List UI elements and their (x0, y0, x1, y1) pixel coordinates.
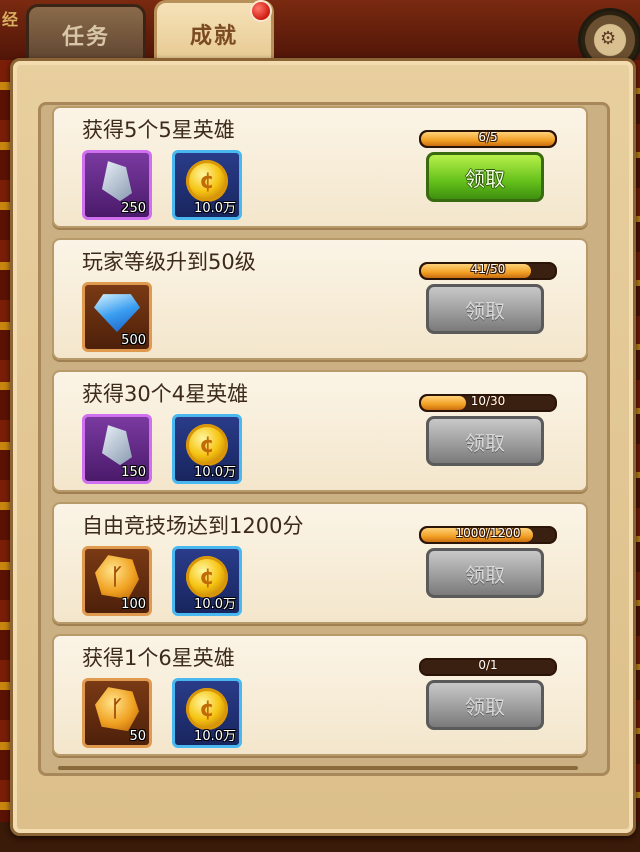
achievement-card: 玩家等级升到50级 500 41/50 领取 (52, 238, 588, 360)
diamond-icon (94, 294, 140, 333)
tab-tasks[interactable]: 任务 (26, 4, 146, 63)
achievement-card: 自由竞技场达到1200分 ᚴ 100 ¢ 10.0万 1000/1200 领取 (52, 502, 588, 624)
reward-item[interactable]: ¢ 10.0万 (172, 414, 242, 484)
achievement-title: 获得1个6星英雄 (82, 646, 235, 670)
reward-item[interactable]: ¢ 10.0万 (172, 150, 242, 220)
coin-icon: ¢ (186, 160, 228, 203)
coin-icon: ¢ (186, 556, 228, 599)
reward-item[interactable]: ¢ 10.0万 (172, 546, 242, 616)
claim-button[interactable]: 领取 (426, 284, 544, 334)
reward-item[interactable]: 150 (82, 414, 152, 484)
progress-text: 0/1 (478, 658, 498, 672)
claim-button[interactable]: 领取 (426, 152, 544, 202)
progress-text: 1000/1200 (455, 526, 521, 540)
reward-quantity: 10.0万 (194, 597, 236, 612)
achievement-title: 自由竞技场达到1200分 (82, 514, 304, 538)
rock-icon: ᚴ (95, 555, 139, 600)
progress-text: 6/5 (478, 130, 498, 144)
reward-item[interactable]: ᚴ 100 (82, 546, 152, 616)
reward-item[interactable]: ¢ 10.0万 (172, 678, 242, 748)
side-glyph: 经 (2, 10, 19, 29)
achievement-title: 获得30个4星英雄 (82, 382, 249, 406)
reward-item[interactable]: 250 (82, 150, 152, 220)
list-divider (58, 766, 578, 770)
reward-quantity: 100 (121, 597, 146, 612)
reward-quantity: 250 (121, 201, 146, 216)
reward-quantity: 10.0万 (194, 465, 236, 480)
achievement-card: 获得30个4星英雄 150 ¢ 10.0万 10/30 领取 (52, 370, 588, 492)
reward-quantity: 50 (129, 729, 146, 744)
stone-icon (102, 425, 132, 466)
stone-icon (102, 161, 132, 202)
rock-icon: ᚴ (95, 687, 139, 732)
notification-dot (250, 0, 272, 22)
reward-quantity: 10.0万 (194, 729, 236, 744)
reward-item[interactable]: 500 (82, 282, 152, 352)
achievement-card: 获得5个5星英雄 250 ¢ 10.0万 6/5 领取 (52, 106, 588, 228)
progress-bar: 1000/1200 (419, 526, 557, 544)
reward-quantity: 150 (121, 465, 146, 480)
reward-item[interactable]: ᚴ 50 (82, 678, 152, 748)
coin-icon: ¢ (186, 688, 228, 731)
claim-button[interactable]: 领取 (426, 680, 544, 730)
progress-bar: 0/1 (419, 658, 557, 676)
reward-quantity: 500 (121, 333, 146, 348)
achievement-title: 获得5个5星英雄 (82, 118, 235, 142)
progress-text: 41/50 (470, 262, 506, 276)
reward-quantity: 10.0万 (194, 201, 236, 216)
coin-icon: ¢ (186, 424, 228, 467)
achievement-title: 玩家等级升到50级 (82, 250, 256, 274)
progress-text: 10/30 (470, 394, 506, 408)
claim-button[interactable]: 领取 (426, 416, 544, 466)
progress-bar: 10/30 (419, 394, 557, 412)
achievement-card: 获得1个6星英雄 ᚴ 50 ¢ 10.0万 0/1 领取 (52, 634, 588, 756)
progress-bar: 6/5 (419, 130, 557, 148)
claim-button[interactable]: 领取 (426, 548, 544, 598)
progress-bar: 41/50 (419, 262, 557, 280)
